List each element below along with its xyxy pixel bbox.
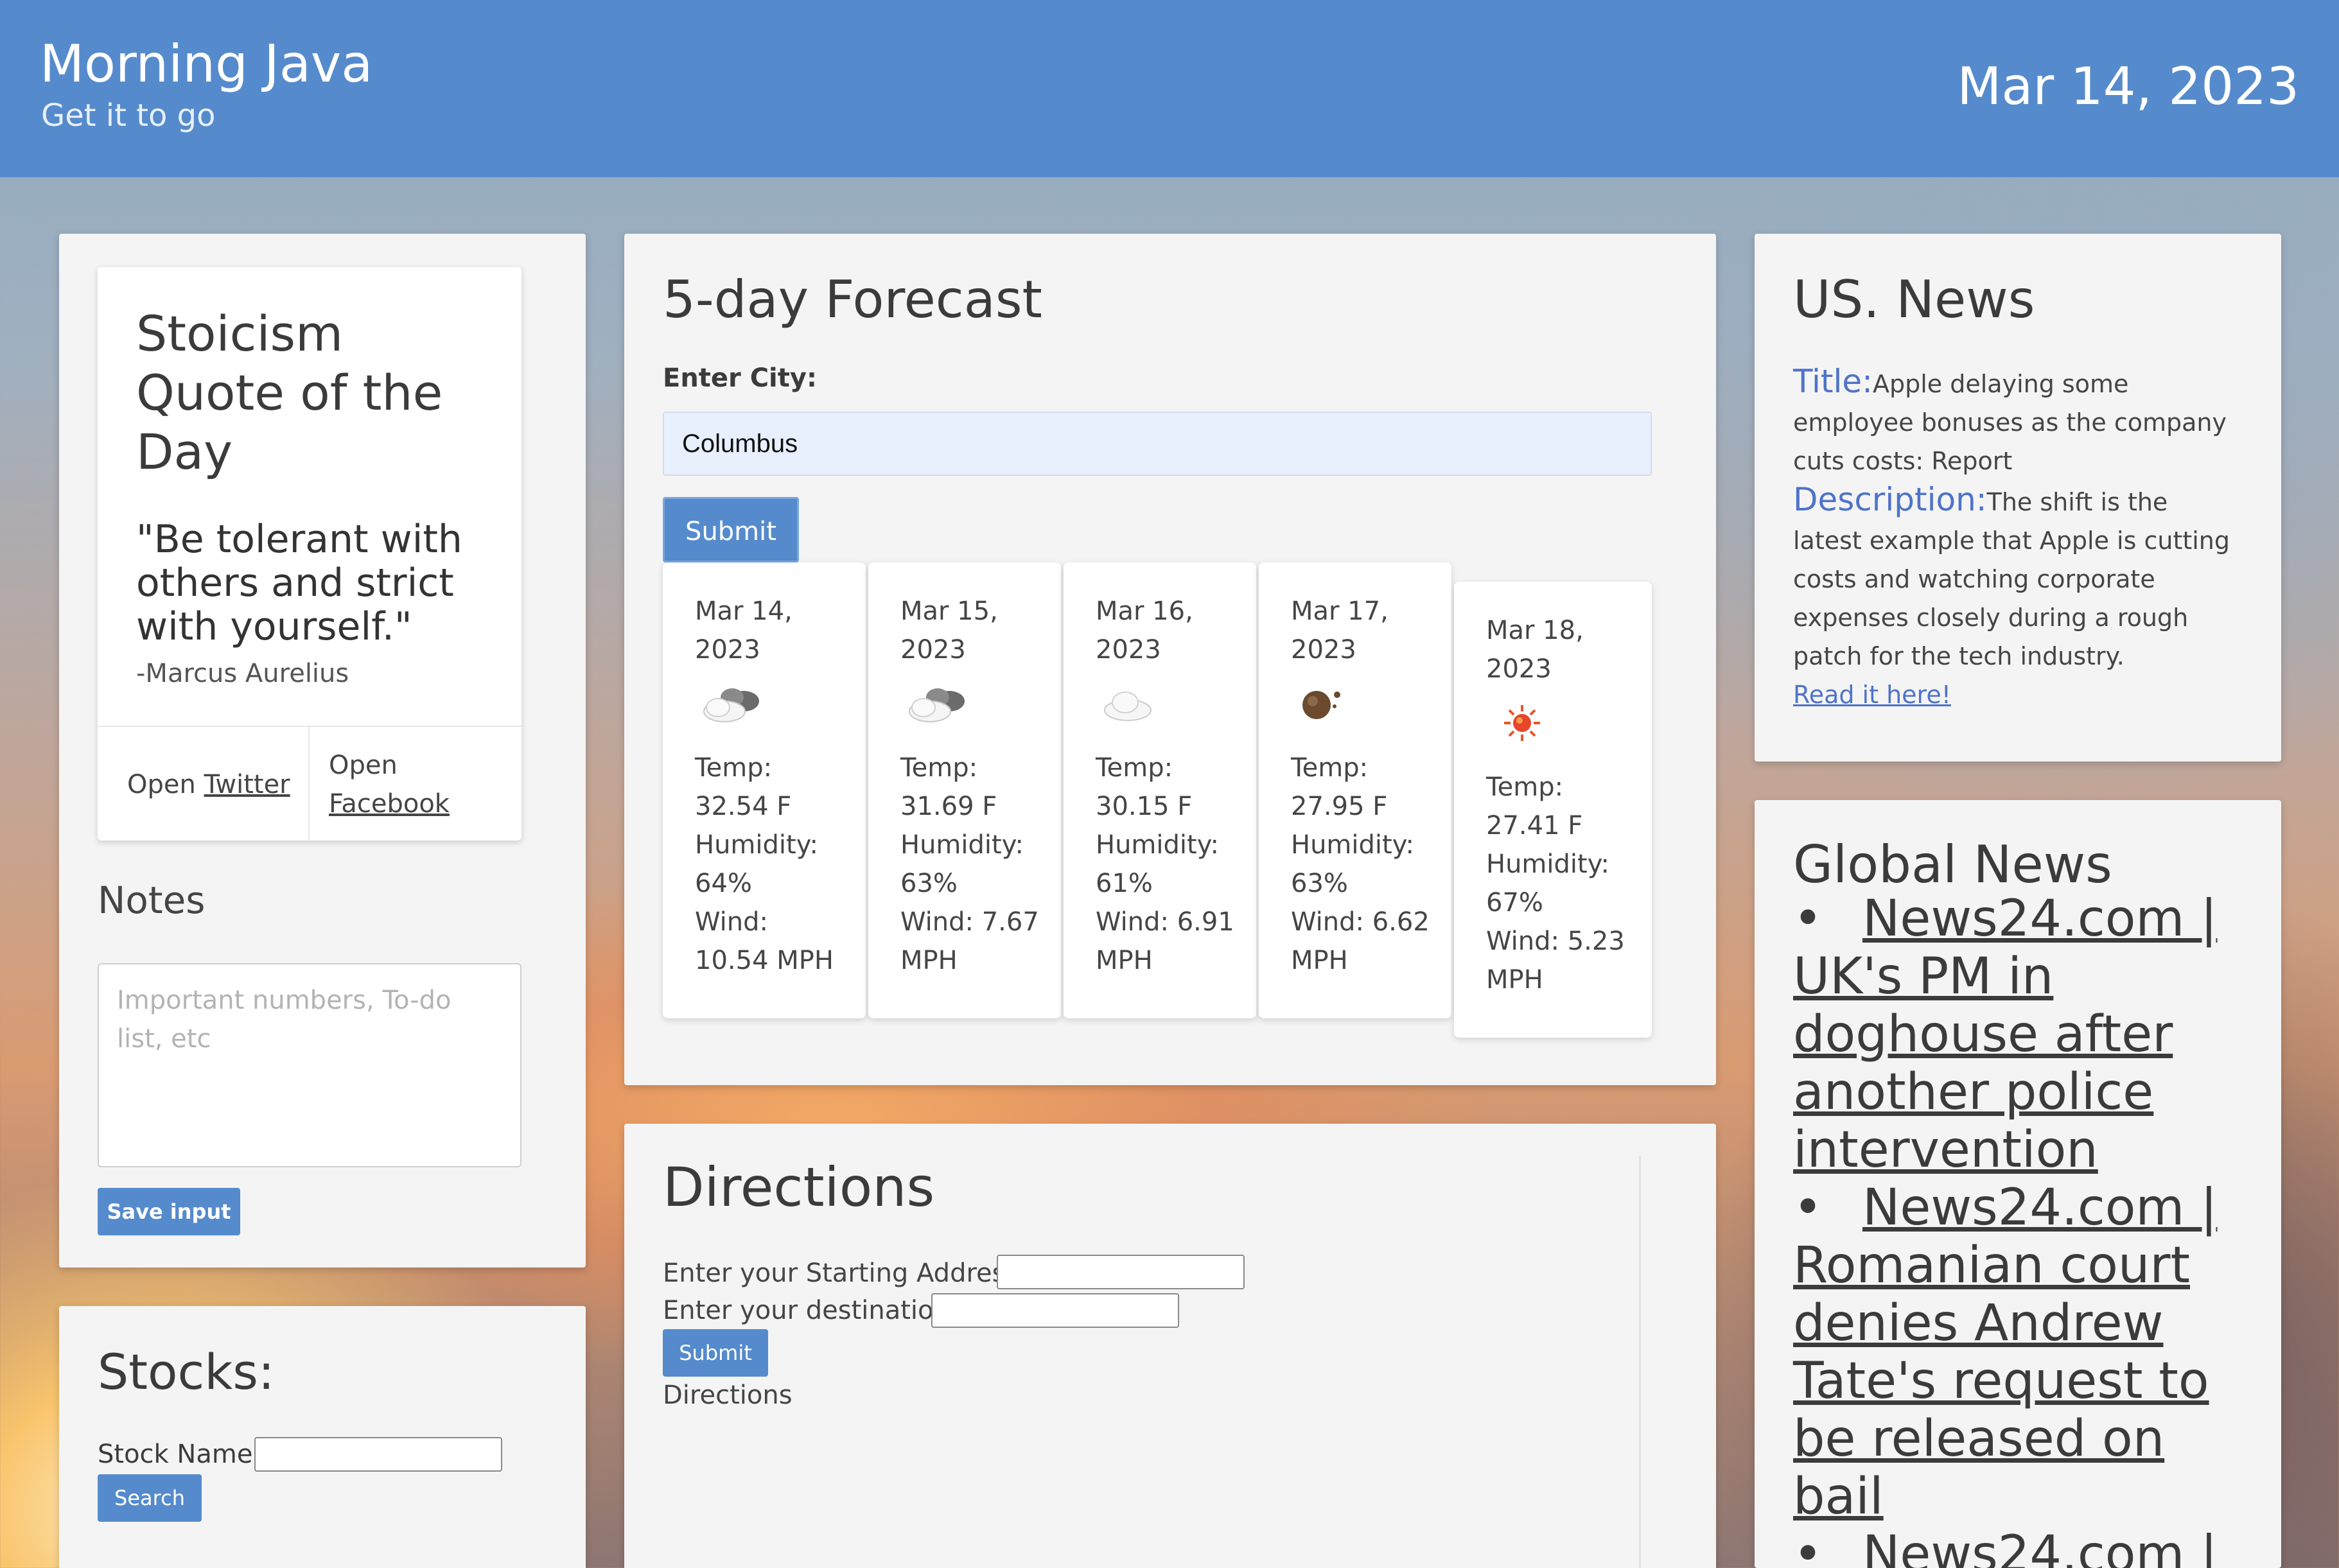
destination-label: Enter your destination: [663, 1296, 950, 1325]
forecast-stats: Temp: 31.69 F Humidity: 63% Wind: 7.67 M…: [900, 749, 1055, 980]
partly-cloudy-icon: [703, 688, 759, 722]
directions-title: Directions: [663, 1156, 935, 1219]
facebook-link[interactable]: Facebook: [329, 789, 450, 819]
forecast-date: Mar 14, 2023: [695, 597, 793, 665]
forecast-date: Mar 17, 2023: [1291, 597, 1389, 665]
quote-author: -Marcus Aurelius: [136, 659, 349, 688]
forecast-wind: Wind: 10.54 MPH: [695, 907, 834, 975]
forecast-wind: Wind: 6.62 MPH: [1291, 907, 1430, 975]
forecast-humidity: Humidity: 64%: [695, 830, 818, 898]
forecast-temp: Temp: 27.95 F: [1291, 753, 1388, 821]
forecast-stats: Temp: 27.41 F Humidity: 67% Wind: 5.23 M…: [1486, 768, 1640, 999]
city-label: Enter City:: [663, 363, 817, 393]
city-submit-button[interactable]: Submit: [663, 497, 799, 562]
global-news-title: Global News: [1793, 835, 2112, 894]
forecast-date: Mar 16, 2023: [1096, 597, 1193, 665]
forecast-title: 5-day Forecast: [663, 270, 1042, 329]
forecast-day-card: Mar 15, 2023 Temp: 31.69 F Humidity: 63%…: [868, 562, 1061, 1018]
facebook-prefix: Open: [329, 751, 398, 780]
forecast-day-card: Mar 17, 2023 Temp: 27.95 F Humidity: 63%…: [1259, 562, 1451, 1018]
list-item: • News24.com | Romanian court denies Andr…: [1793, 1179, 2268, 1526]
cloud-icon: [1104, 692, 1152, 721]
current-date: Mar 14, 2023: [1957, 57, 2299, 116]
partly-cloudy-icon: [909, 688, 965, 722]
quote-footer: Open Twitter Open Facebook: [98, 726, 521, 842]
forecast-temp: Temp: 31.69 F: [900, 753, 997, 821]
bullet-icon: •: [1793, 890, 1823, 948]
twitter-share: Open Twitter: [98, 727, 310, 842]
sun-icon: [1504, 705, 1540, 741]
global-news-panel: Global News • News24.com | UK's PM in dog…: [1755, 800, 2281, 1568]
forecast-temp: Temp: 32.54 F: [695, 753, 792, 821]
directions-scrollbar[interactable]: [1639, 1156, 1654, 1568]
forecast-stats: Temp: 30.15 F Humidity: 61% Wind: 6.91 M…: [1096, 749, 1250, 980]
forecast-stats: Temp: 27.95 F Humidity: 63% Wind: 6.62 M…: [1291, 749, 1445, 980]
app-name: Morning Java: [40, 34, 373, 94]
stocks-panel: Stocks: Stock Name: Search: [59, 1306, 586, 1568]
forecast-humidity: Humidity: 61%: [1096, 830, 1219, 898]
list-item: • News24.com | UK's PM in doghouse after …: [1793, 890, 2268, 1179]
notes-heading: Notes: [98, 878, 206, 922]
twitter-prefix: Open: [127, 770, 196, 799]
twitter-link[interactable]: Twitter: [204, 770, 290, 799]
overcast-icon: [1302, 691, 1340, 719]
destination-input[interactable]: [931, 1293, 1179, 1328]
quote-text: "Be tolerant with others and strict with…: [136, 517, 462, 649]
directions-submit-button[interactable]: Submit: [663, 1329, 768, 1377]
bullet-icon: •: [1793, 1179, 1823, 1237]
quote-card: Stoicism Quote of the Day "Be tolerant w…: [98, 267, 521, 842]
directions-output: Directions: [663, 1381, 793, 1410]
stocks-title: Stocks:: [98, 1343, 275, 1400]
forecast-day-card: Mar 14, 2023 Temp: 32.54 F Humidity: 64%…: [663, 562, 866, 1018]
start-address-label: Enter your Starting Address: [663, 1259, 1019, 1288]
forecast-stats: Temp: 32.54 F Humidity: 64% Wind: 10.54 …: [695, 749, 849, 980]
forecast-humidity: Humidity: 63%: [900, 830, 1024, 898]
stock-name-label: Stock Name:: [98, 1440, 261, 1469]
quote-title: Stoicism Quote of the Day: [136, 305, 443, 480]
notes-textarea[interactable]: [98, 963, 521, 1167]
top-header: Morning Java Get it to go Mar 14, 2023: [0, 0, 2339, 177]
us-news-article: Title:Apple delaying some employee bonus…: [1793, 362, 2243, 714]
forecast-day-card: Mar 16, 2023 Temp: 30.15 F Humidity: 61%…: [1064, 562, 1256, 1018]
global-news-list: • News24.com | UK's PM in doghouse after …: [1793, 890, 2268, 1568]
facebook-share: Open Facebook: [310, 727, 521, 842]
global-news-link[interactable]: News24.com |: [1862, 1526, 2217, 1568]
forecast-humidity: Humidity: 67%: [1486, 849, 1609, 918]
bullet-icon: •: [1793, 1526, 1823, 1568]
forecast-wind: Wind: 7.67 MPH: [900, 907, 1039, 975]
stock-name-input[interactable]: [254, 1437, 502, 1472]
forecast-humidity: Humidity: 63%: [1291, 830, 1414, 898]
forecast-wind: Wind: 5.23 MPH: [1486, 927, 1625, 995]
stock-search-button[interactable]: Search: [98, 1474, 202, 1522]
news-description-key: Description:: [1793, 481, 1987, 518]
start-address-input[interactable]: [997, 1255, 1245, 1289]
save-input-button[interactable]: Save input: [98, 1188, 240, 1235]
read-it-here-link[interactable]: Read it here!: [1793, 681, 1951, 709]
forecast-date: Mar 15, 2023: [900, 597, 998, 665]
app-tagline: Get it to go: [41, 98, 216, 134]
forecast-panel: 5-day Forecast Enter City: Submit Mar 14…: [624, 234, 1716, 1085]
directions-panel: Directions Enter your Starting Address E…: [624, 1124, 1716, 1568]
forecast-day-card: Mar 18, 2023 Temp: 27.41 F Humidity: 67%…: [1454, 582, 1652, 1038]
forecast-date: Mar 18, 2023: [1486, 616, 1584, 684]
forecast-temp: Temp: 30.15 F: [1096, 753, 1193, 821]
forecast-wind: Wind: 6.91 MPH: [1096, 907, 1234, 975]
news-title-key: Title:: [1793, 363, 1873, 400]
us-news-title: US. News: [1793, 270, 2035, 329]
list-item: • News24.com |: [1793, 1526, 2268, 1568]
forecast-temp: Temp: 27.41 F: [1486, 772, 1583, 841]
us-news-panel: US. News Title:Apple delaying some emplo…: [1755, 234, 2281, 762]
city-input[interactable]: [663, 412, 1652, 476]
